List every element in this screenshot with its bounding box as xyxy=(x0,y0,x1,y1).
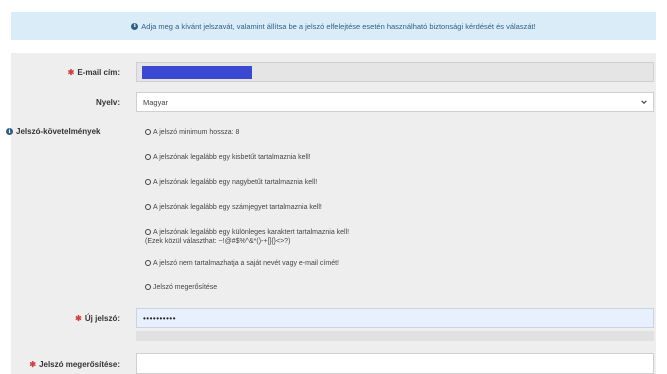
requirement-item: Jelszó megerősítése xyxy=(145,283,217,292)
email-label: ✱ E-mail cím: xyxy=(40,68,120,77)
password-strength-bar xyxy=(136,331,654,341)
requirement-item: A jelszónak legalább egy nagybetűt tarta… xyxy=(145,178,317,187)
info-icon: i xyxy=(131,22,139,30)
confirm-password-label-text: Jelszó megerősítése: xyxy=(39,360,120,369)
email-redaction xyxy=(142,66,252,79)
requirement-text: A jelszónak legalább egy különleges kara… xyxy=(153,229,350,236)
requirement-item: A jelszónak legalább egy kisbetűt tartal… xyxy=(145,153,311,162)
confirm-password-label: ✱ Jelszó megerősítése: xyxy=(10,360,120,369)
info-banner: i Adja meg a kívánt jelszavát, valamint … xyxy=(11,12,656,40)
email-label-text: E-mail cím: xyxy=(77,68,120,77)
status-circle-icon xyxy=(145,204,151,210)
requirement-item: A jelszónak legalább egy számjegyet tart… xyxy=(145,203,322,212)
confirm-password-field[interactable] xyxy=(136,353,654,374)
requirement-text: A jelszónak legalább egy nagybetűt tarta… xyxy=(153,179,318,186)
password-requirements-title-text: Jelszó-követelmények xyxy=(16,127,101,136)
special-chars-note: (Ezek közül választhat: ~!@#$%^&*()-+[]{… xyxy=(145,238,291,245)
required-mark: ✱ xyxy=(29,360,37,369)
new-password-label-text: Új jelszó: xyxy=(84,314,120,323)
new-password-value: •••••••••• xyxy=(143,313,177,323)
requirement-item: A jelszónak legalább egy különleges kara… xyxy=(145,228,349,246)
info-message: i Adja meg a kívánt jelszavát, valamint … xyxy=(131,21,536,31)
language-select[interactable]: Magyar xyxy=(136,92,654,112)
new-password-field[interactable]: •••••••••• xyxy=(136,308,654,328)
requirement-text: A jelszó nem tartalmazhatja a saját nevé… xyxy=(153,260,339,267)
language-value: Magyar xyxy=(143,97,169,107)
requirement-text: A jelszó minimum hossza: 8 xyxy=(153,129,240,136)
status-circle-icon xyxy=(145,154,151,160)
chevron-down-icon xyxy=(641,100,647,104)
status-circle-icon xyxy=(145,284,151,290)
requirement-item: A jelszó nem tartalmazhatja a saját nevé… xyxy=(145,259,339,268)
status-circle-icon xyxy=(145,179,151,185)
language-label: Nyelv: xyxy=(95,98,120,107)
email-field[interactable] xyxy=(136,62,654,82)
requirement-text: A jelszónak legalább egy számjegyet tart… xyxy=(153,204,322,211)
status-circle-icon xyxy=(145,260,151,266)
status-circle-icon xyxy=(145,229,151,235)
status-circle-icon xyxy=(145,129,151,135)
info-icon: i xyxy=(6,128,13,135)
requirement-text: Jelszó megerősítése xyxy=(153,284,218,291)
requirement-text: A jelszónak legalább egy kisbetűt tartal… xyxy=(153,154,311,161)
new-password-label: ✱ Új jelszó: xyxy=(40,314,120,323)
required-mark: ✱ xyxy=(67,68,75,77)
required-mark: ✱ xyxy=(75,314,82,323)
requirement-item: A jelszó minimum hossza: 8 xyxy=(145,128,239,137)
info-message-text: Adja meg a kívánt jelszavát, valamint ál… xyxy=(141,21,536,31)
password-requirements-title: i Jelszó-követelmények xyxy=(6,127,101,136)
